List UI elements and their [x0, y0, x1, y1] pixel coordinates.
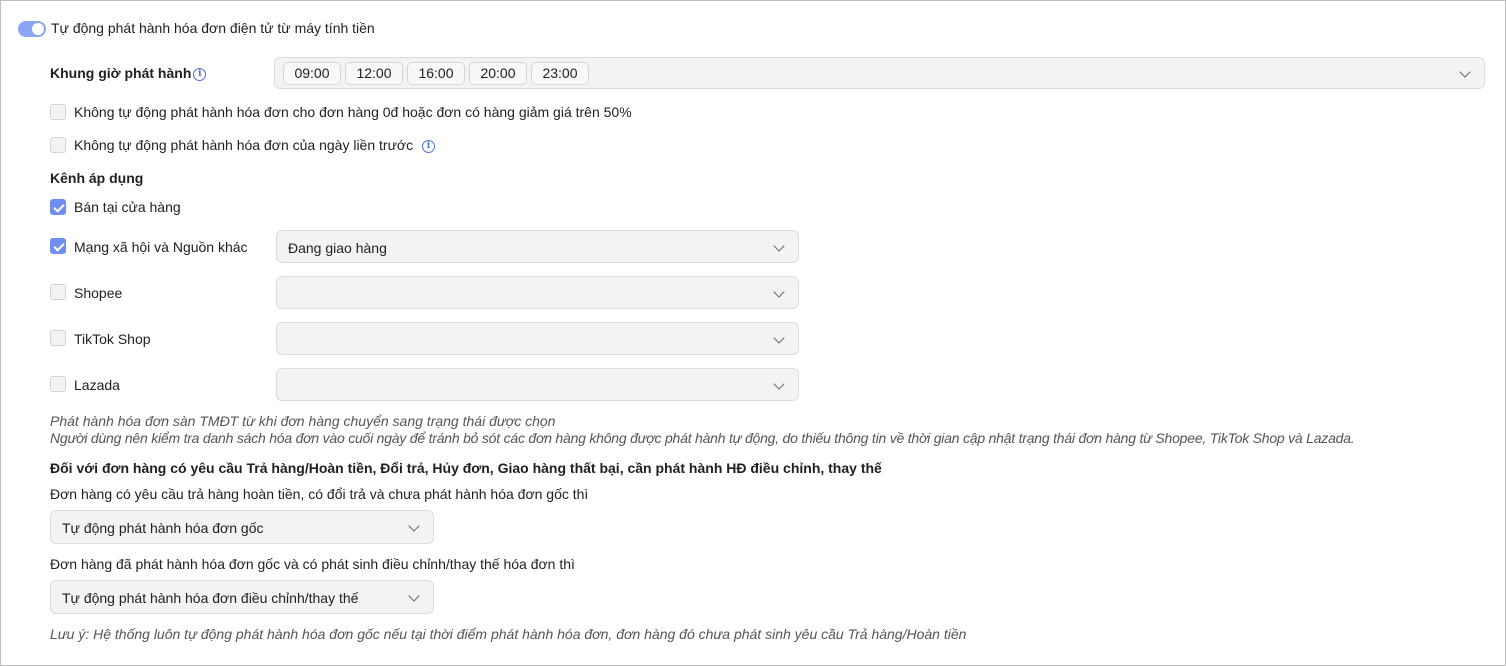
social-label: Mạng xã hội và Nguồn khác [74, 239, 248, 255]
adjustment-q2: Đơn hàng đã phát hành hóa đơn gốc và có … [50, 556, 575, 572]
skip-previous-day-label: Không tự động phát hành hóa đơn của ngày… [74, 137, 414, 153]
time-slot-tag[interactable]: 12:00 [345, 62, 403, 85]
chevron-down-icon [408, 590, 420, 602]
channels-note-line2: Người dùng nên kiểm tra danh sách hóa đơ… [50, 430, 1355, 446]
settings-panel: Tự động phát hành hóa đơn điện tử từ máy… [0, 0, 1506, 666]
time-slot-tag[interactable]: 09:00 [283, 62, 341, 85]
info-icon[interactable]: i [422, 139, 436, 153]
store-checkbox[interactable] [50, 199, 66, 215]
adjustment-q1-value: Tự động phát hành hóa đơn gốc [62, 520, 264, 536]
toggle-knob [32, 23, 44, 35]
social-status-select[interactable]: Đang giao hàng [276, 230, 799, 263]
tiktok-checkbox[interactable] [50, 330, 66, 346]
chevron-down-icon [773, 378, 785, 390]
auto-issue-toggle[interactable] [18, 21, 46, 37]
tiktok-status-select[interactable] [276, 322, 799, 355]
info-icon[interactable]: i [193, 67, 207, 81]
channels-title: Kênh áp dụng [50, 170, 144, 186]
lazada-status-select[interactable] [276, 368, 799, 401]
auto-issue-label: Tự động phát hành hóa đơn điện tử từ máy… [51, 20, 375, 36]
shopee-label: Shopee [74, 285, 123, 301]
shopee-status-select[interactable] [276, 276, 799, 309]
time-slot-tag[interactable]: 23:00 [531, 62, 589, 85]
skip-previous-day-row: Không tự động phát hành hóa đơn của ngày… [74, 137, 436, 153]
chevron-down-icon [773, 240, 785, 252]
skip-previous-day-checkbox[interactable] [50, 137, 66, 153]
adjustment-q2-select[interactable]: Tự động phát hành hóa đơn điều chỉnh/tha… [50, 580, 434, 614]
social-status-value: Đang giao hàng [288, 240, 387, 256]
time-slot-label-row: Khung giờ phát hành i [50, 65, 207, 81]
adjustment-q2-value: Tự động phát hành hóa đơn điều chỉnh/tha… [62, 590, 359, 606]
adjustment-q1-select[interactable]: Tự động phát hành hóa đơn gốc [50, 510, 434, 544]
social-checkbox[interactable] [50, 238, 66, 254]
adjustment-title: Đối với đơn hàng có yêu cầu Trả hàng/Hoà… [50, 460, 882, 476]
time-slot-tag[interactable]: 20:00 [469, 62, 527, 85]
store-label: Bán tại cửa hàng [74, 199, 181, 215]
chevron-down-icon [1459, 66, 1471, 78]
lazada-checkbox[interactable] [50, 376, 66, 392]
channels-note-line1: Phát hành hóa đơn sàn TMĐT từ khi đơn hà… [50, 413, 556, 429]
chevron-down-icon [773, 332, 785, 344]
chevron-down-icon [408, 520, 420, 532]
skip-zero-label: Không tự động phát hành hóa đơn cho đơn … [74, 104, 632, 120]
tiktok-label: TikTok Shop [74, 331, 151, 347]
skip-zero-checkbox[interactable] [50, 104, 66, 120]
time-slot-tag[interactable]: 16:00 [407, 62, 465, 85]
lazada-label: Lazada [74, 377, 120, 393]
chevron-down-icon [773, 286, 785, 298]
time-slot-select[interactable]: 09:00 12:00 16:00 20:00 23:00 [274, 57, 1485, 89]
adjustment-footnote: Lưu ý: Hệ thống luôn tự động phát hành h… [50, 626, 967, 642]
time-slot-label: Khung giờ phát hành [50, 65, 192, 81]
shopee-checkbox[interactable] [50, 284, 66, 300]
adjustment-q1: Đơn hàng có yêu cầu trả hàng hoàn tiền, … [50, 486, 589, 502]
